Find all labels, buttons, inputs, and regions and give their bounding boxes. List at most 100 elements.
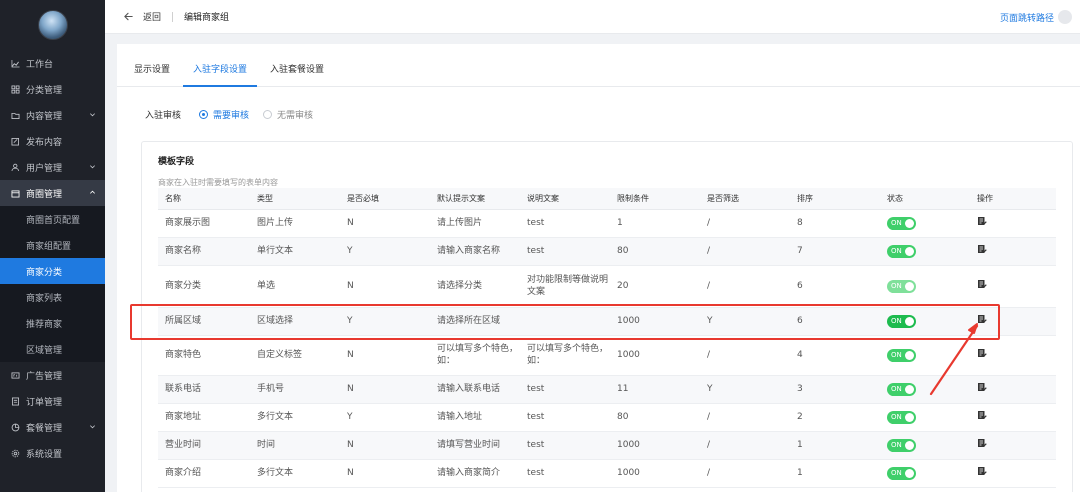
action-cell bbox=[970, 209, 1056, 238]
status-toggle[interactable]: ON bbox=[887, 216, 916, 230]
sidebar-item-order[interactable]: 订单管理 bbox=[0, 388, 105, 414]
toggle-knob[interactable] bbox=[905, 384, 914, 394]
sidebar-item-chart-line[interactable]: 工作台 bbox=[0, 50, 105, 76]
toggle-knob[interactable] bbox=[905, 281, 914, 291]
toggle-knob[interactable] bbox=[905, 440, 914, 450]
table-cell: 请填写营业时间 bbox=[430, 431, 520, 460]
status-toggle[interactable]: ON bbox=[887, 466, 916, 480]
table-cell: 6 bbox=[790, 265, 880, 308]
sidebar-subitem[interactable]: 商家列表 bbox=[0, 284, 105, 310]
toggle-knob[interactable] bbox=[905, 350, 914, 360]
table-cell: 商家地址 bbox=[158, 403, 250, 432]
sidebar-subitem[interactable]: 商家分类 bbox=[0, 258, 105, 284]
page-path-label[interactable]: 页面跳转路径 bbox=[1000, 11, 1054, 24]
table-cell: / bbox=[700, 237, 790, 266]
sidebar-item-ad[interactable]: 广告管理 bbox=[0, 362, 105, 388]
chevron-up-icon[interactable] bbox=[89, 189, 96, 196]
sidebar-item-settings[interactable]: 系统设置 bbox=[0, 440, 105, 466]
user-avatar[interactable] bbox=[1058, 10, 1072, 24]
table-cell: N bbox=[340, 459, 430, 488]
page-title: 编辑商家组 bbox=[184, 13, 230, 23]
table-row: 商家展示图 图片上传 N 请上传图片 test 1/8 ON bbox=[158, 209, 1056, 238]
sidebar-item-package[interactable]: 套餐管理 bbox=[0, 414, 105, 440]
sidebar-menu-bottom: 广告管理 订单管理 套餐管理 系统设置 bbox=[0, 362, 105, 466]
order-icon bbox=[10, 396, 20, 406]
toggle-label[interactable]: ON bbox=[891, 315, 902, 327]
sidebar-subitem[interactable]: 商家组配置 bbox=[0, 232, 105, 258]
toggle-knob[interactable] bbox=[905, 246, 914, 256]
edit-icon[interactable] bbox=[977, 348, 987, 358]
back-link[interactable]: 返回 bbox=[143, 10, 161, 23]
sidebar-item-edit-square[interactable]: 发布内容 bbox=[0, 128, 105, 154]
radio-label[interactable]: 需要审核 bbox=[213, 108, 249, 121]
toggle-knob[interactable] bbox=[905, 412, 914, 422]
toggle-label[interactable]: ON bbox=[891, 467, 902, 479]
sidebar-subitem[interactable]: 商圈首页配置 bbox=[0, 206, 105, 232]
radio-need-review[interactable]: 需要审核 bbox=[199, 108, 249, 121]
status-toggle[interactable]: ON bbox=[887, 410, 916, 424]
sidebar-item-grid[interactable]: 分类管理 bbox=[0, 76, 105, 102]
radio-dot[interactable] bbox=[199, 110, 209, 119]
edit-icon[interactable] bbox=[977, 279, 987, 289]
status-toggle[interactable]: ON bbox=[887, 348, 916, 362]
table-cell: 20 bbox=[610, 265, 700, 308]
table-cell: Y bbox=[340, 307, 430, 336]
table-cell: test bbox=[520, 431, 610, 460]
table-column-header: 名称 bbox=[158, 188, 250, 210]
sidebar-subitem[interactable]: 区域管理 bbox=[0, 336, 105, 362]
toggle-label[interactable]: ON bbox=[891, 383, 902, 395]
status-toggle[interactable]: ON bbox=[887, 244, 916, 258]
status-cell: ON bbox=[880, 335, 970, 376]
edit-icon[interactable] bbox=[977, 314, 987, 324]
edit-square-icon bbox=[10, 136, 20, 146]
edit-icon[interactable] bbox=[977, 382, 987, 392]
toggle-knob[interactable] bbox=[905, 316, 914, 326]
toggle-label[interactable]: ON bbox=[891, 411, 902, 423]
edit-icon[interactable] bbox=[977, 410, 987, 420]
tab-display-settings[interactable]: 显示设置 bbox=[134, 62, 170, 86]
chevron-down-icon[interactable] bbox=[89, 163, 96, 170]
radio-label[interactable]: 无需审核 bbox=[277, 108, 313, 121]
toggle-label[interactable]: ON bbox=[891, 217, 902, 229]
table-cell: 8 bbox=[790, 209, 880, 238]
chevron-down-icon[interactable] bbox=[89, 423, 96, 430]
sidebar-item-label: 用户管理 bbox=[26, 163, 63, 174]
sidebar-item-store[interactable]: 商圈管理 bbox=[0, 180, 105, 206]
table-cell: / bbox=[700, 459, 790, 488]
sidebar-subitem[interactable]: 推荐商家 bbox=[0, 310, 105, 336]
toggle-knob[interactable] bbox=[905, 468, 914, 478]
toggle-label[interactable]: ON bbox=[891, 245, 902, 257]
tab-field-settings[interactable]: 入驻字段设置 bbox=[183, 62, 258, 87]
grid-icon bbox=[10, 84, 20, 94]
status-toggle[interactable]: ON bbox=[887, 382, 916, 396]
arrow-left-icon[interactable] bbox=[122, 11, 134, 23]
radio-dot[interactable] bbox=[263, 110, 273, 119]
avatar[interactable] bbox=[37, 10, 68, 40]
table-cell: 多行文本 bbox=[250, 403, 340, 432]
status-toggle[interactable]: ON bbox=[887, 279, 916, 293]
edit-icon[interactable] bbox=[977, 244, 987, 254]
table-cell: 请选择分类 bbox=[430, 265, 520, 308]
sidebar-item-user[interactable]: 用户管理 bbox=[0, 154, 105, 180]
status-cell: ON bbox=[880, 209, 970, 238]
edit-icon[interactable] bbox=[977, 216, 987, 226]
page-path-link[interactable]: 页面跳转路径 bbox=[1000, 10, 1072, 24]
sidebar-item-folder[interactable]: 内容管理 bbox=[0, 102, 105, 128]
status-toggle[interactable]: ON bbox=[887, 314, 916, 328]
toggle-label[interactable]: ON bbox=[891, 280, 902, 292]
edit-icon[interactable] bbox=[977, 438, 987, 448]
table-cell: 可以填写多个特色，如： bbox=[520, 335, 610, 376]
toggle-label[interactable]: ON bbox=[891, 439, 902, 451]
tab-package-settings[interactable]: 入驻套餐设置 bbox=[270, 62, 324, 86]
table-column-header: 排序 bbox=[790, 188, 880, 210]
table-cell: / bbox=[700, 431, 790, 460]
toggle-label[interactable]: ON bbox=[891, 349, 902, 361]
table-cell: 手机号 bbox=[250, 375, 340, 404]
status-toggle[interactable]: ON bbox=[887, 438, 916, 452]
edit-icon[interactable] bbox=[977, 466, 987, 476]
action-cell bbox=[970, 459, 1056, 488]
folder-icon bbox=[10, 110, 20, 120]
toggle-knob[interactable] bbox=[905, 218, 914, 228]
radio-no-review[interactable]: 无需审核 bbox=[263, 108, 313, 121]
chevron-down-icon[interactable] bbox=[89, 111, 96, 118]
